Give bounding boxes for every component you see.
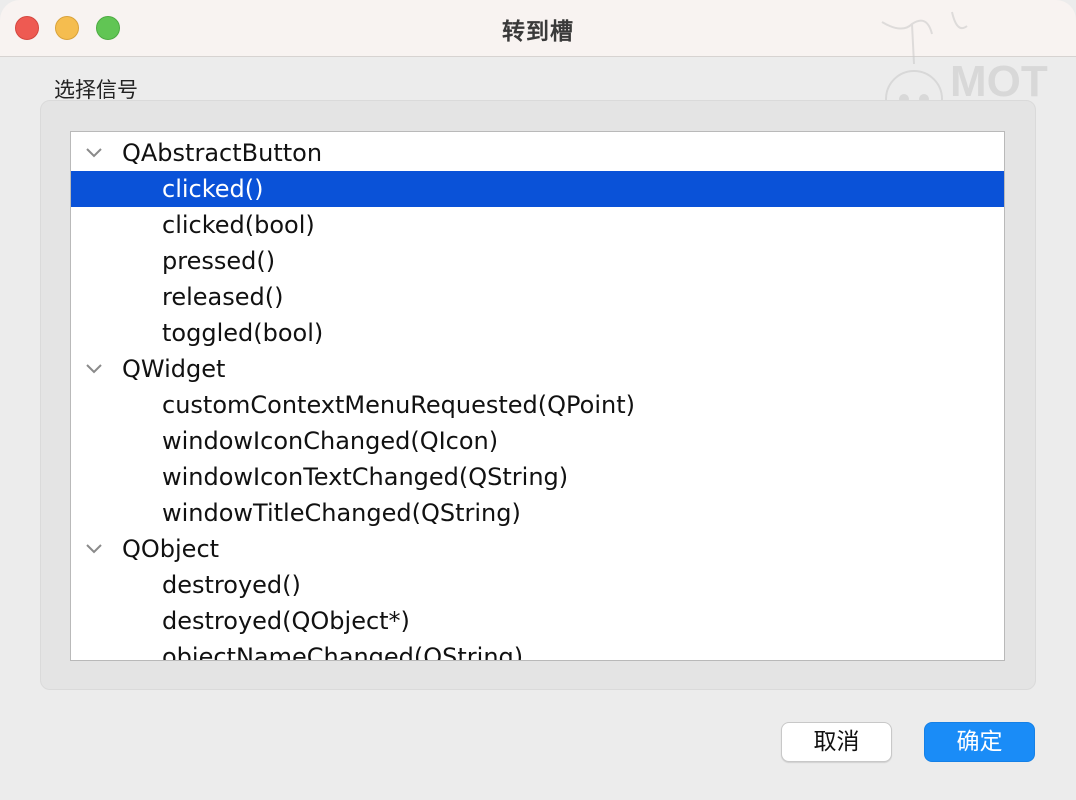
tree-row-label: QWidget [122, 355, 226, 383]
tree-row-label: windowIconTextChanged(QString) [162, 463, 569, 491]
tree-row-label: toggled(bool) [162, 319, 324, 347]
tree-row-label: objectNameChanged(QString) [162, 643, 524, 661]
tree-signal-row[interactable]: customContextMenuRequested(QPoint) [71, 387, 1004, 423]
tree-signal-row[interactable]: toggled(bool) [71, 315, 1004, 351]
tree-row-label: windowIconChanged(QIcon) [162, 427, 499, 455]
tree-signal-row[interactable]: windowIconChanged(QIcon) [71, 423, 1004, 459]
cancel-button[interactable]: 取消 [781, 722, 892, 762]
signal-tree[interactable]: QAbstractButton clicked() clicked(bool) pre… [70, 131, 1005, 661]
tree-row-label: pressed() [162, 247, 276, 275]
tree-row-label: QAbstractButton [122, 139, 323, 167]
tree-signal-row[interactable]: destroyed(QObject*) [71, 603, 1004, 639]
tree-group-row[interactable]: QWidget [71, 351, 1004, 387]
tree-row-label: destroyed() [162, 571, 301, 599]
svg-text:MOT: MOT [950, 57, 1048, 106]
tree-row-label: released() [162, 283, 284, 311]
tree-signal-row[interactable]: windowIconTextChanged(QString) [71, 459, 1004, 495]
chevron-down-icon[interactable] [85, 135, 103, 171]
chevron-down-icon[interactable] [85, 351, 103, 387]
go-to-slot-dialog: 转到槽 MOT 选择信号 QAbstractButton clicked() cli… [0, 0, 1076, 800]
tree-signal-row[interactable]: windowTitleChanged(QString) [71, 495, 1004, 531]
tree-signal-row[interactable]: objectNameChanged(QString) [71, 639, 1004, 661]
tree-row-label: QObject [122, 535, 220, 563]
tree-signal-row[interactable]: destroyed() [71, 567, 1004, 603]
tree-signal-row[interactable]: clicked() [71, 171, 1004, 207]
tree-signal-row[interactable]: released() [71, 279, 1004, 315]
chevron-down-icon[interactable] [85, 531, 103, 567]
tree-row-label: destroyed(QObject*) [162, 607, 410, 635]
tree-row-label: clicked() [162, 175, 264, 203]
ok-button[interactable]: 确定 [924, 722, 1035, 762]
tree-signal-row[interactable]: pressed() [71, 243, 1004, 279]
tree-row-label: customContextMenuRequested(QPoint) [162, 391, 635, 419]
tree-signal-row[interactable]: clicked(bool) [71, 207, 1004, 243]
tree-group-row[interactable]: QObject [71, 531, 1004, 567]
tree-row-label: clicked(bool) [162, 211, 315, 239]
tree-row-label: windowTitleChanged(QString) [162, 499, 521, 527]
tree-group-row[interactable]: QAbstractButton [71, 135, 1004, 171]
